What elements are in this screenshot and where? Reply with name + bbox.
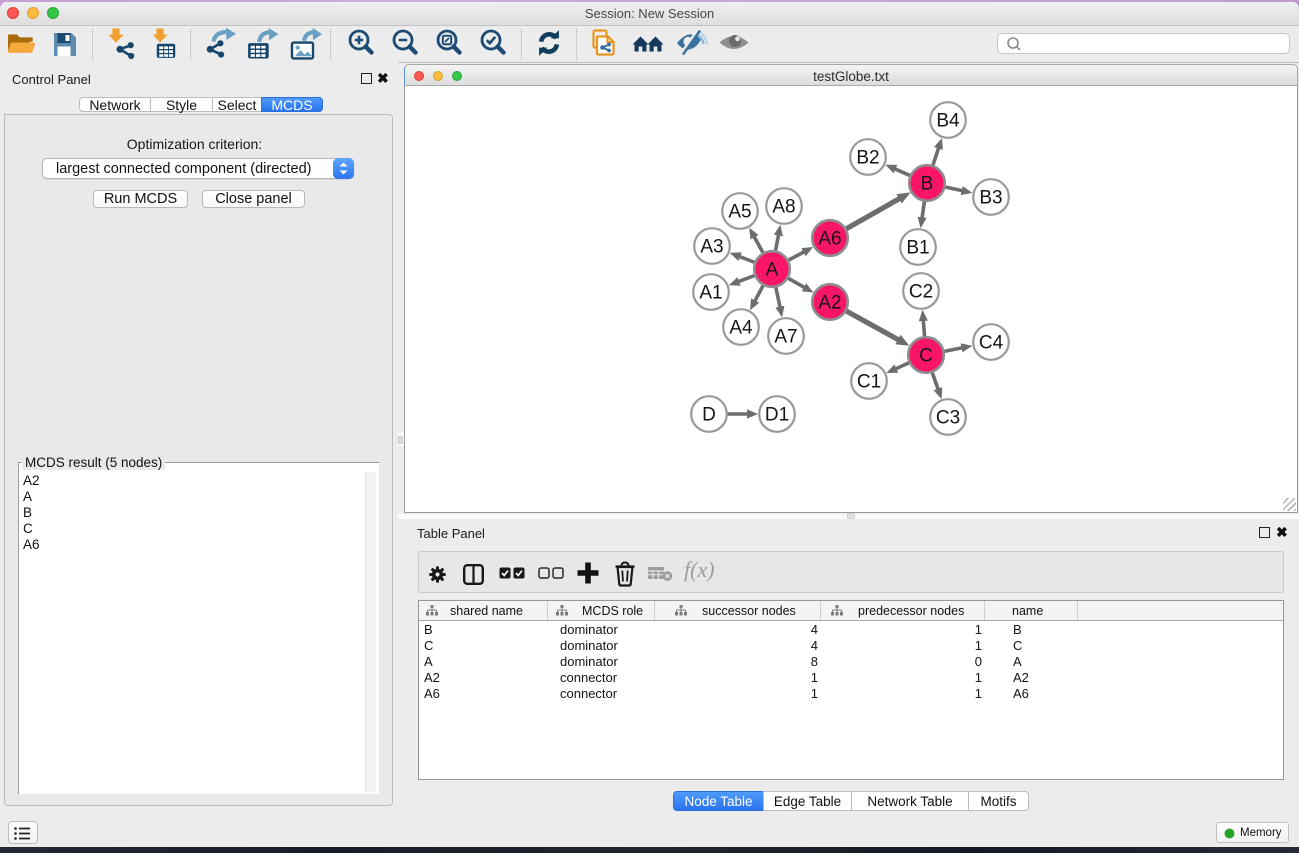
svg-text:A5: A5 — [728, 202, 751, 223]
svg-text:D: D — [702, 405, 716, 426]
svg-text:A7: A7 — [774, 327, 797, 348]
svg-text:B: B — [921, 174, 934, 195]
svg-text:A2: A2 — [818, 293, 841, 314]
svg-text:A8: A8 — [772, 197, 795, 218]
svg-text:C2: C2 — [909, 282, 933, 303]
svg-text:C3: C3 — [936, 408, 960, 429]
svg-text:A: A — [766, 260, 779, 281]
svg-text:C: C — [919, 346, 933, 367]
svg-text:A3: A3 — [700, 237, 723, 258]
svg-text:B2: B2 — [856, 148, 879, 169]
svg-text:B3: B3 — [979, 188, 1002, 209]
svg-text:C1: C1 — [857, 372, 881, 393]
svg-text:A1: A1 — [699, 283, 722, 304]
svg-text:A6: A6 — [818, 229, 841, 250]
svg-text:B1: B1 — [906, 238, 929, 259]
svg-text:D1: D1 — [765, 405, 789, 426]
svg-text:C4: C4 — [979, 333, 1004, 354]
svg-text:B4: B4 — [936, 111, 960, 132]
svg-text:A4: A4 — [729, 318, 753, 339]
